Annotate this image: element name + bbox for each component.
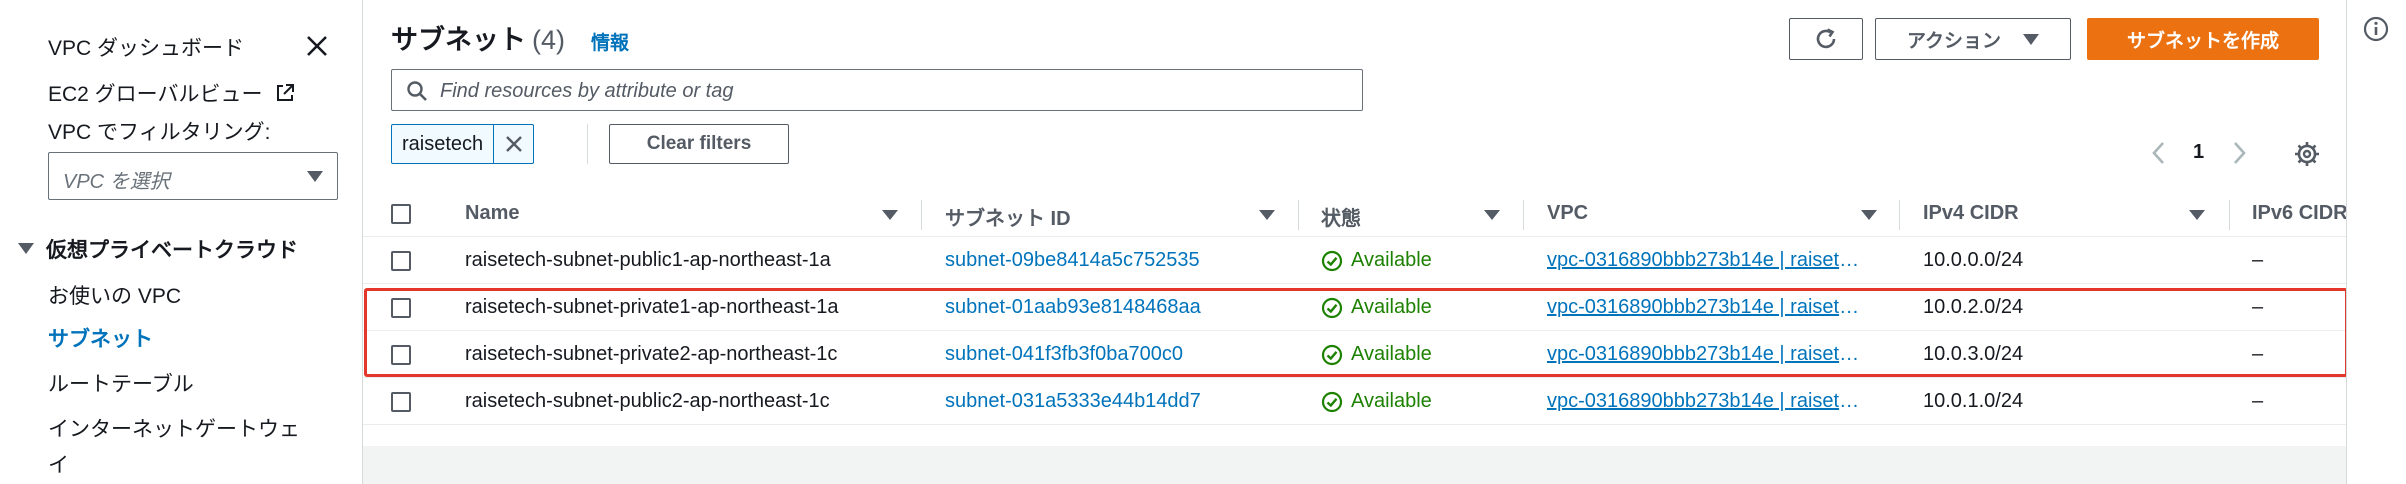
sidebar: VPC ダッシュボード EC2 グローバルビュー VPC でフィルタリング: V… xyxy=(0,0,362,484)
column-header-ipv4-cidr[interactable]: IPv4 CIDR xyxy=(1923,202,2019,225)
prev-page-button[interactable] xyxy=(2149,140,2169,171)
state-badge: Available xyxy=(1321,249,1432,272)
actions-label: アクション xyxy=(1906,30,2002,52)
subnet-id-link[interactable]: subnet-09be8414a5c752535 xyxy=(945,249,1200,272)
sidebar-item-internet-gateways[interactable]: インターネットゲートウェ xyxy=(48,413,300,443)
create-subnet-button[interactable]: サブネットを作成 xyxy=(2087,18,2319,60)
filter-separator xyxy=(587,124,588,164)
vpc-select[interactable]: VPC を選択 xyxy=(48,152,338,200)
ipv4-cidr: 10.0.1.0/24 xyxy=(1923,390,2024,412)
close-icon xyxy=(505,136,522,152)
info-icon xyxy=(2363,16,2389,42)
close-icon[interactable] xyxy=(303,32,331,60)
sort-icon[interactable] xyxy=(882,210,898,220)
filter-token-label: raisetech xyxy=(402,133,484,155)
sort-icon[interactable] xyxy=(1861,210,1877,220)
column-header-name[interactable]: Name xyxy=(465,202,519,225)
column-resizer[interactable] xyxy=(2229,200,2230,230)
highlight-box xyxy=(364,288,2348,377)
select-all-checkbox[interactable] xyxy=(391,204,411,224)
subnet-name: raisetech-subnet-public2-ap-northeast-1c xyxy=(465,390,830,412)
check-circle-icon xyxy=(1321,391,1343,412)
next-page-button[interactable] xyxy=(2229,140,2249,171)
row-checkbox[interactable] xyxy=(391,392,411,412)
info-link[interactable]: 情報 xyxy=(591,28,629,55)
sidebar-item-subnets[interactable]: サブネット xyxy=(48,323,153,353)
table-header: Name サブネット ID 状態 VPC IPv4 CIDR IPv6 CIDR xyxy=(363,192,2348,237)
gear-icon xyxy=(2295,142,2319,166)
main-panel: サブネット (4) 情報 アクション サブネットを作成 Find resource… xyxy=(363,0,2348,484)
subnet-id-link[interactable]: subnet-031a5333e44b14dd7 xyxy=(945,390,1201,413)
subnet-name: raisetech-subnet-public1-ap-northeast-1a xyxy=(465,249,831,271)
page-title-text: サブネット xyxy=(391,25,526,55)
check-circle-icon xyxy=(1321,250,1343,271)
row-checkbox[interactable] xyxy=(391,251,411,271)
column-resizer[interactable] xyxy=(921,200,922,230)
chevron-right-icon xyxy=(2234,142,2246,164)
column-header-vpc[interactable]: VPC xyxy=(1547,202,1588,225)
column-header-ipv6-cidr[interactable]: IPv6 CIDR xyxy=(2252,202,2348,225)
table-row[interactable]: raisetech-subnet-public2-ap-northeast-1c… xyxy=(363,378,2347,425)
panel-footer-area xyxy=(363,446,2347,484)
sidebar-section-vpc[interactable]: 仮想プライベートクラウド xyxy=(18,234,298,264)
caret-down-icon xyxy=(307,171,323,182)
column-resizer[interactable] xyxy=(1899,200,1900,230)
vpc-link[interactable]: vpc-0316890bbb273b14e | raisetech-vpc xyxy=(1547,390,1869,413)
vpc-select-placeholder: VPC を選択 xyxy=(63,171,170,193)
vpc-link[interactable]: vpc-0316890bbb273b14e | raisetech-vpc xyxy=(1547,249,1869,272)
refresh-button[interactable] xyxy=(1789,18,1863,60)
subnet-count: (4) xyxy=(532,25,565,55)
external-link-icon xyxy=(277,84,295,101)
state-badge: Available xyxy=(1321,390,1432,413)
sidebar-section-label: 仮想プライベートクラウド xyxy=(46,239,298,262)
search-icon xyxy=(407,81,427,101)
search-placeholder: Find resources by attribute or tag xyxy=(440,80,734,102)
sort-icon[interactable] xyxy=(1484,210,1500,220)
preferences-button[interactable] xyxy=(2293,140,2321,173)
help-rail xyxy=(2346,0,2406,484)
sidebar-item-your-vpcs[interactable]: お使いの VPC xyxy=(48,280,181,310)
ipv4-cidr: 10.0.0.0/24 xyxy=(1923,249,2024,271)
search-input[interactable]: Find resources by attribute or tag xyxy=(391,69,1363,111)
refresh-icon xyxy=(1816,28,1836,49)
page-title: サブネット (4) xyxy=(391,18,565,57)
state-text: Available xyxy=(1351,249,1432,271)
info-panel-button[interactable] xyxy=(2363,16,2389,47)
vpc-filter-label: VPC でフィルタリング: xyxy=(48,121,271,144)
current-page[interactable]: 1 xyxy=(2193,141,2204,164)
sort-icon[interactable] xyxy=(2189,210,2205,220)
filter-token: raisetech xyxy=(391,124,535,164)
column-header-state[interactable]: 状態 xyxy=(1321,202,1361,231)
column-header-subnet-id[interactable]: サブネット ID xyxy=(945,202,1071,231)
actions-button[interactable]: アクション xyxy=(1875,18,2071,60)
state-text: Available xyxy=(1351,390,1432,412)
sidebar-item-ec2-global-view[interactable]: EC2 グローバルビュー xyxy=(48,78,296,108)
sidebar-item-vpc-dashboard[interactable]: VPC ダッシュボード xyxy=(48,32,244,62)
sidebar-item-internet-gateways-wrap[interactable]: イ xyxy=(48,449,69,479)
ipv6-cidr: – xyxy=(2252,249,2264,271)
sidebar-item-label: EC2 グローバルビュー xyxy=(48,83,263,106)
expand-triangle-icon xyxy=(18,243,34,254)
column-resizer[interactable] xyxy=(1298,200,1299,230)
table-row[interactable]: raisetech-subnet-public1-ap-northeast-1a… xyxy=(363,237,2347,284)
remove-filter-button[interactable] xyxy=(493,125,533,163)
chevron-left-icon xyxy=(2152,142,2164,164)
caret-down-icon xyxy=(2023,33,2040,45)
column-resizer[interactable] xyxy=(1523,200,1524,230)
ipv6-cidr: – xyxy=(2252,390,2264,412)
sidebar-item-route-tables[interactable]: ルートテーブル xyxy=(48,368,194,398)
clear-filters-button[interactable]: Clear filters xyxy=(609,124,789,164)
sort-icon[interactable] xyxy=(1259,210,1275,220)
